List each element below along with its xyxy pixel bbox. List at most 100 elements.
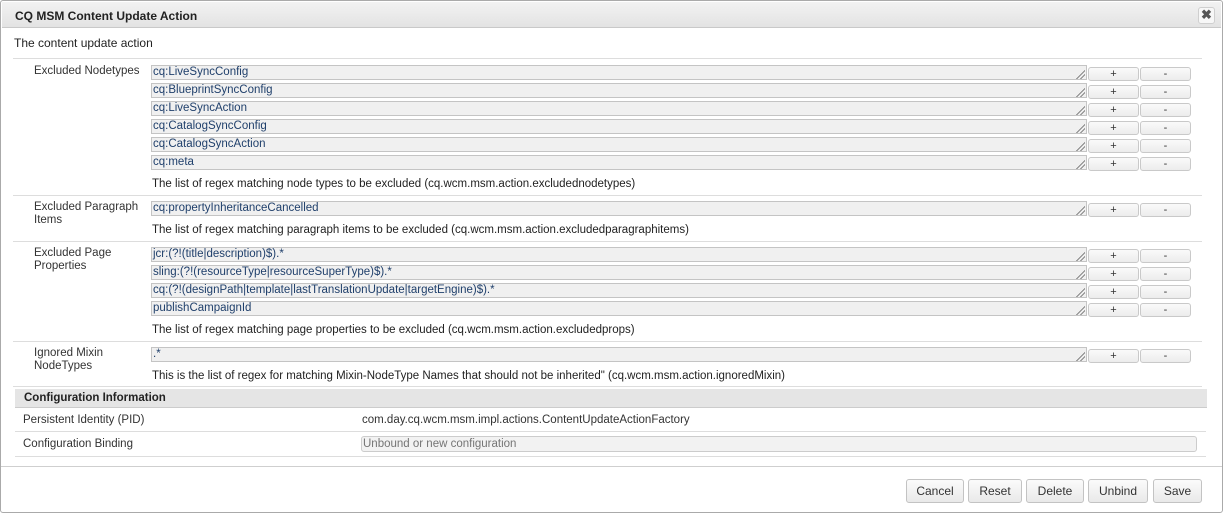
excluded-page-properties-label: Excluded Page Properties bbox=[34, 247, 112, 272]
resize-grip-icon[interactable] bbox=[1076, 70, 1085, 79]
excluded-page-properties-input[interactable]: publishCampaignId bbox=[151, 301, 1087, 316]
remove-value-button[interactable]: - bbox=[1140, 139, 1191, 153]
dialog-title: CQ MSM Content Update Action bbox=[15, 9, 198, 23]
remove-value-button[interactable]: - bbox=[1140, 267, 1191, 281]
configuration-info-header: Configuration Information bbox=[15, 389, 1207, 408]
configuration-binding-input[interactable] bbox=[361, 436, 1197, 452]
input-value: .* bbox=[153, 348, 161, 360]
input-value: cq:LiveSyncConfig bbox=[153, 66, 249, 78]
ignored-mixin-nodetypes-label: Ignored Mixin NodeTypes bbox=[34, 347, 104, 372]
resize-grip-icon[interactable] bbox=[1076, 124, 1085, 133]
pid-label: Persistent Identity (PID) bbox=[23, 414, 145, 426]
divider bbox=[13, 58, 1202, 59]
remove-value-button[interactable]: - bbox=[1140, 303, 1191, 317]
input-value: cq:LiveSyncAction bbox=[153, 102, 247, 114]
divider bbox=[15, 456, 1206, 457]
excluded-nodetypes-hint: The list of regex matching node types to… bbox=[152, 178, 636, 190]
excluded-paragraph-items-hint: The list of regex matching paragraph ite… bbox=[152, 224, 689, 236]
dialog-titlebar: CQ MSM Content Update Action ✖ bbox=[2, 2, 1221, 28]
add-value-button[interactable]: + bbox=[1088, 139, 1139, 153]
excluded-page-properties-input[interactable]: cq:(?!(designPath|template|lastTranslati… bbox=[151, 283, 1087, 298]
resize-grip-icon[interactable] bbox=[1076, 270, 1085, 279]
add-value-button[interactable]: + bbox=[1088, 303, 1139, 317]
input-value: cq:CatalogSyncConfig bbox=[153, 120, 267, 132]
input-value: cq:(?!(designPath|template|lastTranslati… bbox=[153, 284, 495, 296]
input-value: sling:(?!(resourceType|resourceSuperType… bbox=[153, 266, 392, 278]
input-value: publishCampaignId bbox=[153, 302, 252, 314]
resize-grip-icon[interactable] bbox=[1076, 206, 1085, 215]
remove-value-button[interactable]: - bbox=[1140, 103, 1191, 117]
excluded-page-properties-row: jcr:(?!(title|description)$).* + - bbox=[151, 247, 1193, 264]
resize-grip-icon[interactable] bbox=[1076, 352, 1085, 361]
save-button[interactable]: Save bbox=[1153, 479, 1202, 503]
add-value-button[interactable]: + bbox=[1088, 249, 1139, 263]
footer-divider bbox=[1, 466, 1222, 467]
add-value-button[interactable]: + bbox=[1088, 85, 1139, 99]
excluded-nodetypes-input[interactable]: cq:meta bbox=[151, 155, 1087, 170]
resize-grip-icon[interactable] bbox=[1076, 88, 1085, 97]
add-value-button[interactable]: + bbox=[1088, 67, 1139, 81]
resize-grip-icon[interactable] bbox=[1076, 160, 1085, 169]
close-icon[interactable]: ✖ bbox=[1198, 7, 1215, 24]
add-value-button[interactable]: + bbox=[1088, 157, 1139, 171]
excluded-nodetypes-row: cq:meta + - bbox=[151, 155, 1193, 172]
add-value-button[interactable]: + bbox=[1088, 121, 1139, 135]
cancel-button[interactable]: Cancel bbox=[906, 479, 964, 503]
input-value: cq:meta bbox=[153, 156, 194, 168]
resize-grip-icon[interactable] bbox=[1076, 288, 1085, 297]
excluded-page-properties-hint: The list of regex matching page properti… bbox=[152, 324, 635, 336]
remove-value-button[interactable]: - bbox=[1140, 203, 1191, 217]
remove-value-button[interactable]: - bbox=[1140, 67, 1191, 81]
excluded-nodetypes-input[interactable]: cq:LiveSyncConfig bbox=[151, 65, 1087, 80]
pid-value: com.day.cq.wcm.msm.impl.actions.ContentU… bbox=[362, 414, 690, 426]
excluded-page-properties-row: sling:(?!(resourceType|resourceSuperType… bbox=[151, 265, 1193, 282]
excluded-nodetypes-row: cq:CatalogSyncConfig + - bbox=[151, 119, 1193, 136]
add-value-button[interactable]: + bbox=[1088, 203, 1139, 217]
ignored-mixin-nodetypes-row: .* + - bbox=[151, 347, 1193, 364]
remove-value-button[interactable]: - bbox=[1140, 121, 1191, 135]
delete-button[interactable]: Delete bbox=[1026, 479, 1084, 503]
resize-grip-icon[interactable] bbox=[1076, 252, 1085, 261]
ignored-mixin-nodetypes-hint: This is the list of regex for matching M… bbox=[152, 370, 786, 382]
excluded-page-properties-row: publishCampaignId + - bbox=[151, 301, 1193, 318]
excluded-nodetypes-input[interactable]: cq:BlueprintSyncConfig bbox=[151, 83, 1087, 98]
binding-label: Configuration Binding bbox=[23, 438, 133, 450]
config-dialog: CQ MSM Content Update Action ✖ The conte… bbox=[0, 0, 1223, 513]
excluded-nodetypes-row: cq:CatalogSyncAction + - bbox=[151, 137, 1193, 154]
divider bbox=[13, 386, 1202, 387]
add-value-button[interactable]: + bbox=[1088, 349, 1139, 363]
add-value-button[interactable]: + bbox=[1088, 267, 1139, 281]
input-value: cq:CatalogSyncAction bbox=[153, 138, 266, 150]
excluded-nodetypes-input[interactable]: cq:LiveSyncAction bbox=[151, 101, 1087, 116]
input-value: cq:BlueprintSyncConfig bbox=[153, 84, 273, 96]
excluded-nodetypes-input[interactable]: cq:CatalogSyncAction bbox=[151, 137, 1087, 152]
remove-value-button[interactable]: - bbox=[1140, 85, 1191, 99]
reset-button[interactable]: Reset bbox=[968, 479, 1022, 503]
unbind-button[interactable]: Unbind bbox=[1088, 479, 1148, 503]
excluded-nodetypes-row: cq:LiveSyncAction + - bbox=[151, 101, 1193, 118]
input-value: jcr:(?!(title|description)$).* bbox=[153, 248, 284, 260]
add-value-button[interactable]: + bbox=[1088, 285, 1139, 299]
resize-grip-icon[interactable] bbox=[1076, 306, 1085, 315]
excluded-nodetypes-row: cq:BlueprintSyncConfig + - bbox=[151, 83, 1193, 100]
remove-value-button[interactable]: - bbox=[1140, 157, 1191, 171]
excluded-page-properties-row: cq:(?!(designPath|template|lastTranslati… bbox=[151, 283, 1193, 300]
remove-value-button[interactable]: - bbox=[1140, 349, 1191, 363]
resize-grip-icon[interactable] bbox=[1076, 142, 1085, 151]
divider bbox=[13, 241, 1202, 242]
excluded-page-properties-input[interactable]: sling:(?!(resourceType|resourceSuperType… bbox=[151, 265, 1087, 280]
remove-value-button[interactable]: - bbox=[1140, 285, 1191, 299]
excluded-paragraph-items-label: Excluded Paragraph Items bbox=[34, 201, 139, 226]
excluded-paragraph-items-row: cq:propertyInheritanceCancelled + - bbox=[151, 201, 1193, 218]
remove-value-button[interactable]: - bbox=[1140, 249, 1191, 263]
excluded-paragraph-items-input[interactable]: cq:propertyInheritanceCancelled bbox=[151, 201, 1087, 216]
ignored-mixin-nodetypes-input[interactable]: .* bbox=[151, 347, 1087, 362]
excluded-nodetypes-input[interactable]: cq:CatalogSyncConfig bbox=[151, 119, 1087, 134]
resize-grip-icon[interactable] bbox=[1076, 106, 1085, 115]
excluded-nodetypes-label: Excluded Nodetypes bbox=[34, 65, 140, 77]
excluded-nodetypes-row: cq:LiveSyncConfig + - bbox=[151, 65, 1193, 82]
excluded-page-properties-input[interactable]: jcr:(?!(title|description)$).* bbox=[151, 247, 1087, 262]
divider bbox=[13, 341, 1202, 342]
divider bbox=[13, 195, 1202, 196]
add-value-button[interactable]: + bbox=[1088, 103, 1139, 117]
